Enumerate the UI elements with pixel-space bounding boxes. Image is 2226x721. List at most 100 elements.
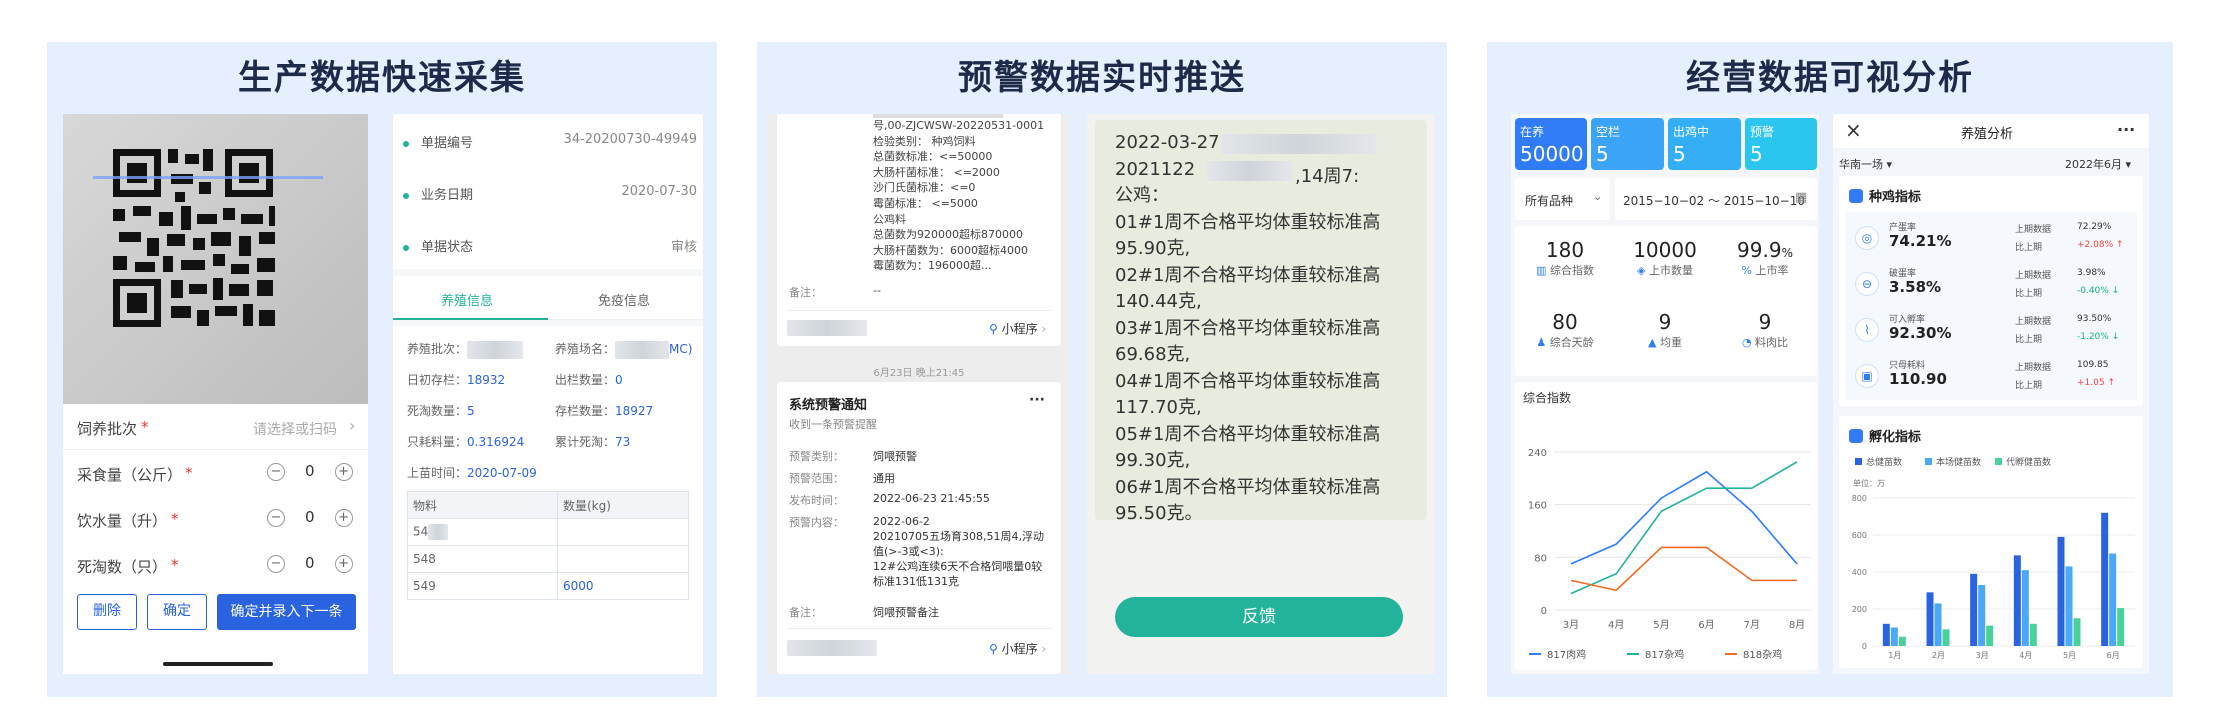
- required-mark: *: [171, 556, 179, 574]
- farm-label: 养殖场名： MC): [555, 340, 692, 359]
- bar: [1898, 636, 1906, 646]
- item-value: 110.90: [1889, 370, 1947, 388]
- calendar-icon: ▦: [1795, 190, 1808, 205]
- panel-production: 生产数据快速采集 饲养批次 * 请选择或扫码 › 采食量（公斤） * − 0 +…: [47, 42, 717, 697]
- stat-value: 5: [1673, 142, 1686, 166]
- prev-label: 上期数据: [2015, 363, 2052, 373]
- stat-in-farm[interactable]: 在养 50000: [1515, 118, 1587, 170]
- message-lines: 号,00-ZJCWSW-20220531-0001 检验类别： 种鸡饲料 总菌数标准…: [873, 118, 1044, 274]
- plus-icon[interactable]: +: [334, 508, 353, 527]
- x-tick-label: 6月: [2107, 651, 2120, 660]
- sms-line: 95.50克。: [1115, 503, 1203, 524]
- sms-line: 140.44克,: [1115, 291, 1202, 312]
- panel-title: 经营数据可视分析: [1686, 58, 1974, 98]
- mini-program-link[interactable]: ⚲ 小程序 ›: [989, 320, 1046, 337]
- y-tick-label: 800: [1852, 494, 1867, 503]
- blur-top: [873, 114, 1003, 118]
- bar: [1970, 573, 1978, 646]
- stat-warning[interactable]: 预警 5: [1745, 118, 1817, 170]
- sms-line: 02#1周不合格平均体重较标准高: [1115, 264, 1381, 286]
- prev-value: 3.98%: [2077, 268, 2106, 278]
- plus-icon[interactable]: +: [334, 554, 353, 573]
- stat-empty[interactable]: 空栏 5: [1591, 118, 1664, 170]
- content-line: 20210705五场育308,51周4,浮动: [873, 530, 1044, 543]
- bar: [1890, 627, 1898, 646]
- line-chart-card: 综合指数 0 80 160 240 3月 4月 5月 6月 7月 8月 817肉鸡 817杂鸡 818杂鸡: [1515, 382, 1817, 670]
- kpi-age: 80 ♟ 综合天龄: [1515, 310, 1615, 350]
- more-icon[interactable]: ···: [2117, 120, 2135, 139]
- batch-label: 养殖批次：: [407, 340, 524, 359]
- stat-label: 在养: [1520, 125, 1545, 139]
- cmp-label: 比上期: [2015, 335, 2043, 345]
- doc-no-value: 34-20200730-49949: [563, 132, 697, 147]
- item-value: 3.58%: [1889, 278, 1942, 296]
- month-select[interactable]: 2022年6月 ▾: [2065, 156, 2131, 172]
- type-label: 预警类别：: [789, 450, 844, 463]
- plus-icon[interactable]: +: [334, 462, 353, 481]
- pub-label: 发布时间：: [789, 494, 844, 507]
- y-tick-label: 600: [1852, 531, 1867, 540]
- water-label: 饮水量（升）: [77, 512, 168, 530]
- minus-icon[interactable]: −: [267, 462, 285, 481]
- confirm-next-button[interactable]: 确定并录入下一条: [217, 594, 356, 630]
- death-stepper[interactable]: − 0 +: [267, 554, 353, 573]
- table-row: 54: [407, 518, 558, 546]
- breed-filter[interactable]: 所有品种 ⌄: [1515, 178, 1610, 220]
- qr-scanner-view[interactable]: [63, 114, 368, 404]
- target-icon: ◎: [1855, 226, 1879, 250]
- remark-label: 备注：: [789, 606, 822, 619]
- stat-shipping[interactable]: 出鸡中 5: [1668, 118, 1741, 170]
- legend-swatch: [1995, 458, 2002, 465]
- content-lines: 2022-06-2 20210705五场育308,51周4,浮动 值(>-3或<3)…: [873, 514, 1044, 589]
- dead-qty: 死淘数量：5: [407, 404, 475, 418]
- y-unit-label: 单位：万: [1853, 478, 1885, 488]
- kpi-market-rate: 99.9% % 上市率: [1715, 238, 1815, 278]
- qr-code-icon: [93, 149, 323, 327]
- kpi-label: ▲ 均重: [1648, 336, 1682, 349]
- kpi-card: 180 ▥ 综合指数 10000 ◈ 上市数量 99.9% % 上市率 80 ♟…: [1515, 226, 1817, 376]
- region-select[interactable]: 华南一场 ▾: [1839, 156, 1892, 172]
- delete-button[interactable]: 删除: [77, 594, 137, 630]
- batch-placeholder: 请选择或扫码: [253, 422, 337, 438]
- series-line: [1570, 470, 1798, 565]
- content-line: 标准131低131克: [873, 575, 959, 588]
- tab-bar: 养殖信息 免疫信息: [393, 276, 703, 320]
- cum-dead: 累计死淘：73: [555, 435, 631, 449]
- stock-qty: 存栏数量：18927: [555, 404, 654, 418]
- bar: [2101, 512, 2109, 646]
- chart-title: 综合指数: [1523, 390, 1571, 405]
- remark-value: 饲喂预警备注: [873, 606, 939, 619]
- trend-icon: ⌇: [1855, 318, 1879, 342]
- tab-immune-info[interactable]: 免疫信息: [598, 290, 650, 309]
- content-line: 2022-06-2: [873, 515, 930, 528]
- feed-stepper[interactable]: − 0 +: [267, 462, 353, 481]
- date-range-filter[interactable]: 2015−10−02 ～ 2015−10−10 ▦: [1615, 178, 1817, 220]
- minus-icon[interactable]: −: [267, 508, 285, 527]
- mini-program-link[interactable]: ⚲ 小程序 ›: [989, 640, 1046, 657]
- x-tick-label: 5月: [1653, 619, 1669, 631]
- tab-breeding-info[interactable]: 养殖信息: [441, 290, 493, 309]
- prev-value: 93.50%: [2077, 314, 2112, 324]
- type-value: 饲喂预警: [873, 450, 917, 463]
- prev-label: 上期数据: [2015, 271, 2052, 281]
- legend-label: 本场健苗数: [1936, 456, 1981, 468]
- message-line: 总菌数标准：<=50000: [873, 150, 993, 164]
- minus-icon[interactable]: −: [267, 554, 285, 573]
- series-line: [1570, 546, 1797, 592]
- batch-row[interactable]: 饲养批次 * 请选择或扫码 ›: [63, 404, 368, 450]
- y-tick-label: 0: [1541, 606, 1547, 617]
- bar: [2021, 570, 2029, 646]
- stock-time: 上苗时间：2020-07-09: [407, 466, 537, 480]
- close-icon[interactable]: ×: [1845, 118, 1862, 142]
- phone-breeding-analysis: × 养殖分析 ··· 华南一场 ▾ 2022年6月 ▾ 种鸡指标 ◎ 产蛋率 74.…: [1833, 114, 2149, 674]
- x-tick-label: 3月: [1976, 651, 1989, 660]
- cmp-value: +1.05 ↑: [2077, 378, 2115, 388]
- sms-line: 04#1周不合格平均体重较标准高: [1115, 370, 1381, 392]
- water-stepper[interactable]: − 0 +: [267, 508, 353, 527]
- feedback-button[interactable]: 反馈: [1115, 597, 1403, 637]
- y-tick-label: 80: [1534, 553, 1547, 564]
- kpi-value: 80: [1552, 310, 1578, 334]
- box-icon: ▣: [1855, 364, 1879, 388]
- more-icon[interactable]: ···: [1029, 392, 1045, 408]
- confirm-button[interactable]: 确定: [147, 594, 207, 630]
